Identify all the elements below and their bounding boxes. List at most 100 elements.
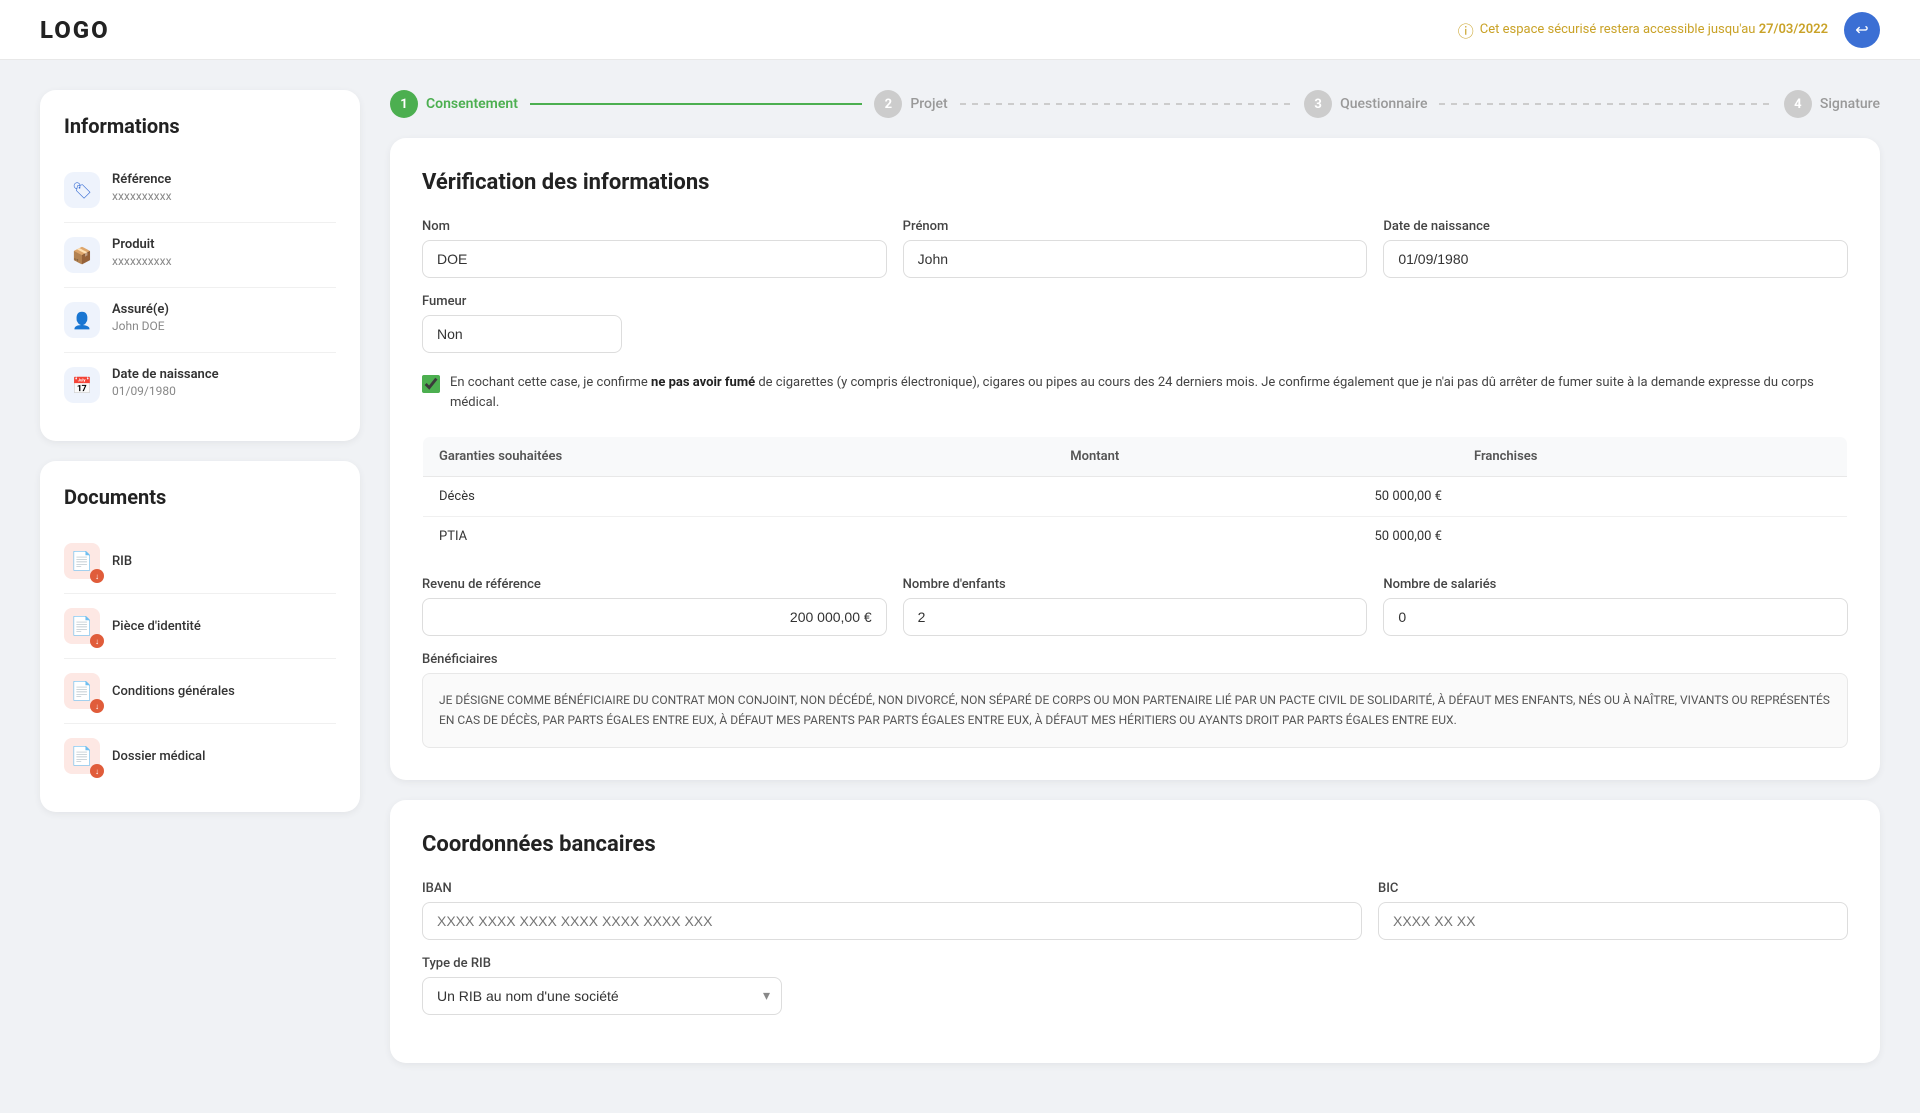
bank-card: Coordonnées bancaires IBAN BIC Type de R…	[390, 800, 1880, 1063]
info-dob-text: Date de naissance 01/09/1980	[112, 367, 219, 398]
table-col-franchises: Franchises	[1458, 437, 1848, 477]
table-col-montant: Montant	[1054, 437, 1458, 477]
doc-conditions[interactable]: 📄 ↓ Conditions générales	[64, 659, 336, 724]
step-3-number: 3	[1304, 90, 1332, 118]
info-reference-text: Référence xxxxxxxxxx	[112, 172, 172, 203]
documents-title: Documents	[64, 485, 336, 509]
fumeur-input[interactable]	[422, 315, 622, 353]
type-rib-select[interactable]: Un RIB au nom d'une société Un RIB perso…	[422, 977, 782, 1015]
steps-bar: 1 Consentement 2 Projet 3 Questionnaire …	[390, 90, 1880, 118]
step-connector-3-4	[1439, 103, 1771, 105]
salaries-group: Nombre de salariés	[1383, 577, 1848, 636]
info-reference: 🏷 Référence xxxxxxxxxx	[64, 158, 336, 223]
dob-label: Date de naissance	[112, 367, 219, 382]
iban-group: IBAN	[422, 881, 1362, 940]
step-3: 3 Questionnaire	[1304, 90, 1427, 118]
checkbox-row: En cochant cette case, je confirme ne pa…	[422, 369, 1848, 416]
download-badge-3: ↓	[90, 699, 104, 713]
bic-group: BIC	[1378, 881, 1848, 940]
assure-icon: 👤	[64, 302, 100, 338]
beneficiaires-text: JE DÉSIGNE COMME BÉNÉFICIAIRE DU CONTRAT…	[422, 673, 1848, 748]
info-assure: 👤 Assuré(e) John DOE	[64, 288, 336, 353]
garantie-ptia: PTIA	[423, 517, 1055, 557]
bic-label: BIC	[1378, 881, 1848, 896]
download-badge: ↓	[90, 569, 104, 583]
identite-icon: 📄 ↓	[64, 608, 100, 644]
avatar[interactable]: ↩	[1844, 12, 1880, 48]
consent-checkbox[interactable]	[422, 375, 440, 393]
type-rib-row: Type de RIB Un RIB au nom d'une société …	[422, 956, 1848, 1015]
enfants-group: Nombre d'enfants	[903, 577, 1368, 636]
info-produit-text: Produit xxxxxxxxxx	[112, 237, 172, 268]
sidebar: Informations 🏷 Référence xxxxxxxxxx 📦 Pr…	[40, 90, 360, 1083]
step-2: 2 Projet	[874, 90, 947, 118]
header: LOGO ⓘ Cet espace sécurisé restera acces…	[0, 0, 1920, 60]
step-connector-2-3	[960, 103, 1292, 105]
assure-value: John DOE	[112, 319, 169, 333]
doc-identite[interactable]: 📄 ↓ Pièce d'identité	[64, 594, 336, 659]
table-row-ptia: PTIA 50 000,00 €	[423, 517, 1848, 557]
produit-icon: 📦	[64, 237, 100, 273]
doc-medical-label: Dossier médical	[112, 749, 205, 764]
type-rib-label: Type de RIB	[422, 956, 782, 971]
enfants-input[interactable]	[903, 598, 1368, 636]
prenom-input[interactable]	[903, 240, 1368, 278]
step-3-label: Questionnaire	[1340, 96, 1427, 112]
montant-deces: 50 000,00 €	[1054, 477, 1458, 517]
doc-medical[interactable]: 📄 ↓ Dossier médical	[64, 724, 336, 788]
bic-input[interactable]	[1378, 902, 1848, 940]
bank-title: Coordonnées bancaires	[422, 832, 1848, 857]
fumeur-group: Fumeur	[422, 294, 622, 353]
rib-icon: 📄 ↓	[64, 543, 100, 579]
name-row: Nom Prénom Date de naissance	[422, 219, 1848, 278]
step-2-label: Projet	[910, 96, 947, 112]
revenu-group: Revenu de référence	[422, 577, 887, 636]
info-icon: ⓘ	[1458, 18, 1474, 42]
produit-label: Produit	[112, 237, 172, 252]
informations-title: Informations	[64, 114, 336, 138]
info-dob: 📅 Date de naissance 01/09/1980	[64, 353, 336, 417]
revenu-label: Revenu de référence	[422, 577, 887, 592]
salaries-label: Nombre de salariés	[1383, 577, 1848, 592]
info-assure-text: Assuré(e) John DOE	[112, 302, 169, 333]
dob-label-form: Date de naissance	[1383, 219, 1848, 234]
step-4-label: Signature	[1820, 96, 1880, 112]
verification-card: Vérification des informations Nom Prénom…	[390, 138, 1880, 780]
informations-card: Informations 🏷 Référence xxxxxxxxxx 📦 Pr…	[40, 90, 360, 441]
doc-identite-label: Pièce d'identité	[112, 619, 201, 634]
type-rib-select-wrapper: Un RIB au nom d'une société Un RIB perso…	[422, 977, 782, 1015]
doc-rib[interactable]: 📄 ↓ RIB	[64, 529, 336, 594]
dob-input[interactable]	[1383, 240, 1848, 278]
salaries-input[interactable]	[1383, 598, 1848, 636]
nom-group: Nom	[422, 219, 887, 278]
dob-icon: 📅	[64, 367, 100, 403]
notice-text: Cet espace sécurisé restera accessible j…	[1480, 22, 1828, 37]
iban-label: IBAN	[422, 881, 1362, 896]
main-layout: Informations 🏷 Référence xxxxxxxxxx 📦 Pr…	[0, 60, 1920, 1113]
type-rib-group: Type de RIB Un RIB au nom d'une société …	[422, 956, 782, 1015]
iban-input[interactable]	[422, 902, 1362, 940]
garantie-deces: Décès	[423, 477, 1055, 517]
header-right: ⓘ Cet espace sécurisé restera accessible…	[1458, 12, 1880, 48]
doc-rib-label: RIB	[112, 554, 132, 569]
dob-group: Date de naissance	[1383, 219, 1848, 278]
verification-title: Vérification des informations	[422, 170, 1848, 195]
info-produit: 📦 Produit xxxxxxxxxx	[64, 223, 336, 288]
iban-bic-row: IBAN BIC	[422, 881, 1848, 940]
step-4-number: 4	[1784, 90, 1812, 118]
revenu-row: Revenu de référence Nombre d'enfants Nom…	[422, 577, 1848, 636]
table-row-deces: Décès 50 000,00 €	[423, 477, 1848, 517]
fumeur-row: Fumeur	[422, 294, 1848, 353]
download-badge-4: ↓	[90, 764, 104, 778]
nom-input[interactable]	[422, 240, 887, 278]
beneficiaires-label: Bénéficiaires	[422, 652, 1848, 667]
step-1: 1 Consentement	[390, 90, 518, 118]
avatar-icon: ↩	[1855, 20, 1868, 39]
checkbox-text: En cochant cette case, je confirme ne pa…	[450, 373, 1848, 412]
enfants-label: Nombre d'enfants	[903, 577, 1368, 592]
step-2-number: 2	[874, 90, 902, 118]
revenu-input[interactable]	[422, 598, 887, 636]
step-1-number: 1	[390, 90, 418, 118]
montant-ptia: 50 000,00 €	[1054, 517, 1458, 557]
table-col-garanties: Garanties souhaitées	[423, 437, 1055, 477]
